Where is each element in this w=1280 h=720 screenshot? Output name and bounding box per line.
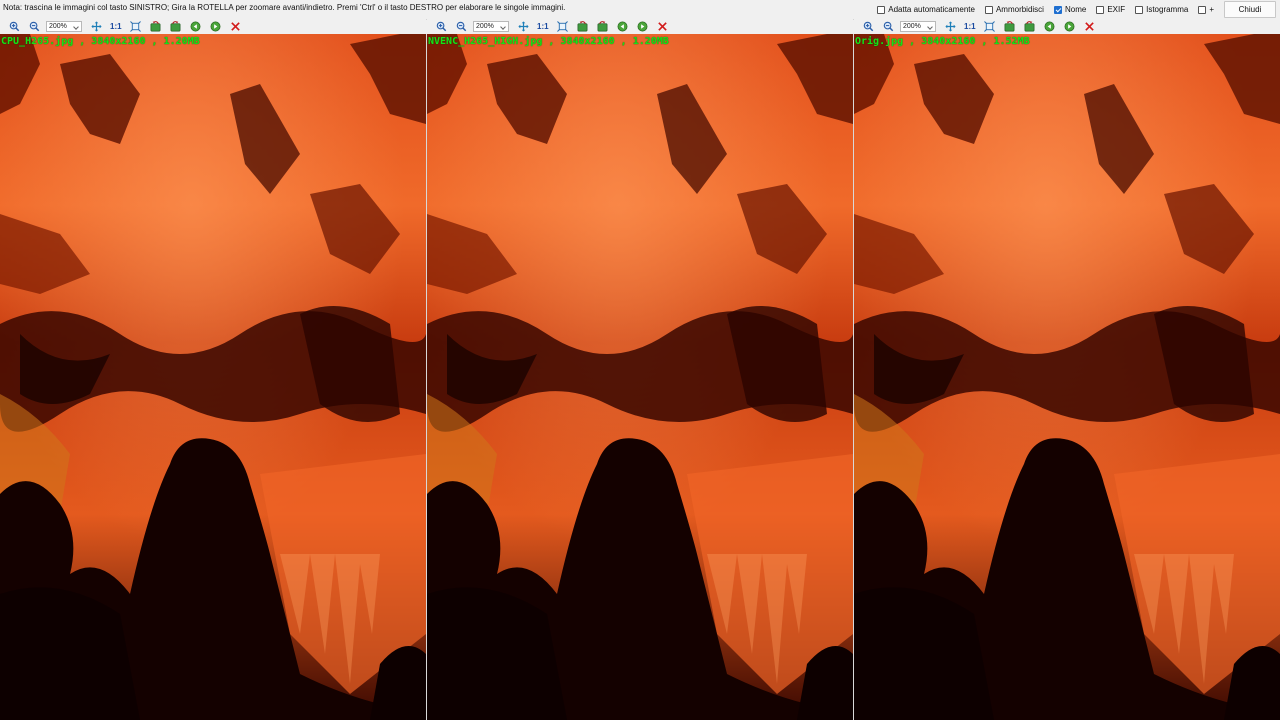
zoom-in-icon[interactable] (862, 21, 874, 33)
option-exif[interactable]: EXIF (1096, 5, 1125, 14)
option-name[interactable]: Nome (1053, 5, 1087, 14)
zoom-out-icon[interactable] (455, 21, 467, 33)
rotate-left-icon[interactable] (150, 21, 162, 33)
rotate-right-icon[interactable] (1024, 21, 1036, 33)
actual-size-button[interactable]: 1:1 (537, 22, 549, 31)
panel-toolbar: 200% 1:1 (427, 19, 853, 34)
option-smooth[interactable]: Ammorbidisci (984, 5, 1044, 14)
close-icon[interactable] (230, 21, 242, 33)
image-caption: CPU_H265.jpg , 3840x2160 , 1.20MB (1, 36, 200, 47)
move-icon[interactable] (90, 21, 102, 33)
fit-icon[interactable] (130, 21, 142, 33)
checkbox[interactable] (984, 5, 993, 14)
fit-icon[interactable] (984, 21, 996, 33)
actual-size-button[interactable]: 1:1 (110, 22, 122, 31)
image-caption: NVENC_H265_HIGH.jpg , 3840x2160 , 1.20MB (428, 36, 669, 47)
previous-icon[interactable] (1044, 21, 1056, 33)
panel-toolbar: 200% 1:1 (854, 19, 1280, 34)
instructions-note: Nota: trascina le immagini col tasto SIN… (3, 3, 566, 12)
close-button[interactable]: Chiudi (1224, 1, 1276, 18)
previous-icon[interactable] (617, 21, 629, 33)
checkbox[interactable] (1096, 5, 1105, 14)
image-panel[interactable]: NVENC_H265_HIGH.jpg , 3840x2160 , 1.20MB (427, 34, 853, 720)
checkbox[interactable] (1053, 5, 1062, 14)
option-label: Istogramma (1146, 5, 1189, 14)
zoom-select[interactable]: 200% (473, 21, 509, 32)
image-caption: Orig.jpg , 3840x2160 , 1.52MB (855, 36, 1030, 47)
next-icon[interactable] (637, 21, 649, 33)
top-bar: Nota: trascina le immagini col tasto SIN… (0, 0, 1280, 20)
option-label: EXIF (1107, 5, 1126, 14)
option-plus[interactable]: + (1198, 5, 1214, 14)
next-icon[interactable] (1064, 21, 1076, 33)
checkbox[interactable] (1135, 5, 1144, 14)
checkbox[interactable] (1198, 5, 1207, 14)
next-icon[interactable] (210, 21, 222, 33)
cave-image (427, 34, 853, 720)
image-panel[interactable]: CPU_H265.jpg , 3840x2160 , 1.20MB (0, 34, 426, 720)
cave-image (0, 34, 426, 720)
previous-icon[interactable] (190, 21, 202, 33)
panel-toolbar: 200% 1:1 (0, 19, 426, 34)
option-label: Adatta automaticamente (888, 5, 975, 14)
zoom-out-icon[interactable] (28, 21, 40, 33)
rotate-left-icon[interactable] (1004, 21, 1016, 33)
rotate-right-icon[interactable] (170, 21, 182, 33)
zoom-in-icon[interactable] (435, 21, 447, 33)
options-bar: Adatta automaticamente Ammorbidisci Nome… (877, 0, 1280, 19)
zoom-select[interactable]: 200% (900, 21, 936, 32)
move-icon[interactable] (944, 21, 956, 33)
zoom-select[interactable]: 200% (46, 21, 82, 32)
option-histogram[interactable]: Istogramma (1135, 5, 1188, 14)
option-label: + (1209, 5, 1214, 14)
fit-icon[interactable] (557, 21, 569, 33)
image-panel[interactable]: Orig.jpg , 3840x2160 , 1.52MB (854, 34, 1280, 720)
rotate-left-icon[interactable] (577, 21, 589, 33)
option-auto-fit[interactable]: Adatta automaticamente (877, 5, 975, 14)
option-label: Ammorbidisci (995, 5, 1044, 14)
actual-size-button[interactable]: 1:1 (964, 22, 976, 31)
option-label: Nome (1064, 5, 1087, 14)
close-icon[interactable] (657, 21, 669, 33)
checkbox[interactable] (877, 5, 886, 14)
close-icon[interactable] (1084, 21, 1096, 33)
cave-image (854, 34, 1280, 720)
rotate-right-icon[interactable] (597, 21, 609, 33)
zoom-in-icon[interactable] (8, 21, 20, 33)
zoom-out-icon[interactable] (882, 21, 894, 33)
move-icon[interactable] (517, 21, 529, 33)
